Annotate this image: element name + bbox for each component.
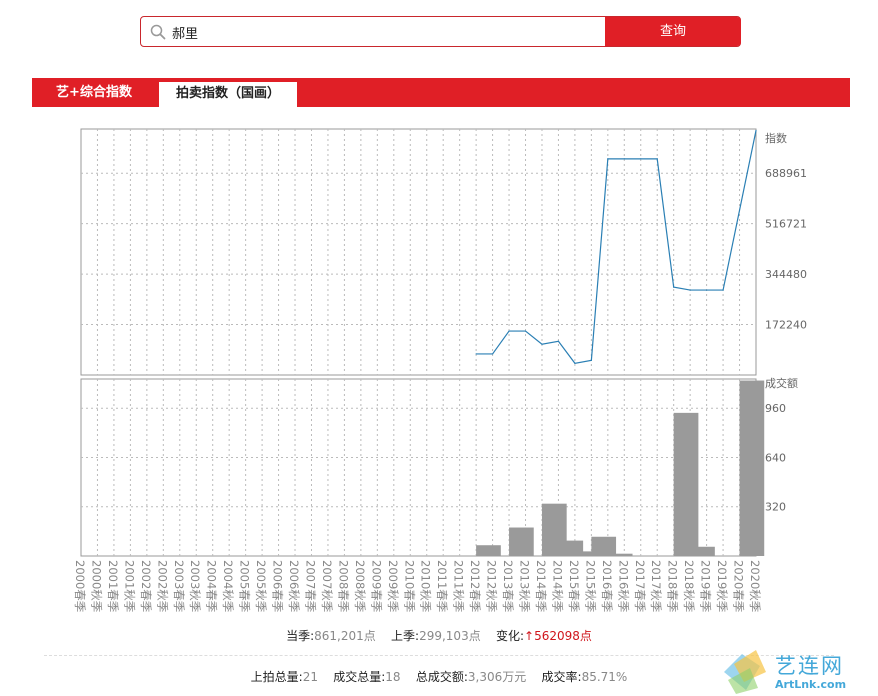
index-data-point: [557, 340, 560, 342]
volume-bar: [690, 546, 715, 556]
index-data-point: [491, 353, 494, 355]
x-tick-label: 2015春季: [567, 560, 581, 613]
index-data-point: [656, 158, 658, 160]
x-tick-label: 2012秋季: [485, 560, 499, 613]
index-panel-frame: [80, 128, 757, 376]
sold-label: 成交总量:: [333, 670, 386, 684]
x-tick-label: 2001春季: [106, 560, 120, 613]
x-tick-label: 2018秋季: [682, 560, 696, 613]
x-tick-label: 2019秋季: [715, 560, 729, 613]
up-arrow-icon: ↑: [524, 629, 535, 643]
brand-name: 艺连网: [775, 654, 844, 678]
x-tick-label: 2008春季: [336, 560, 350, 613]
x-tick-label: 2010秋季: [419, 560, 433, 613]
amount-value: 3,306万元: [467, 670, 527, 684]
amount-label: 总成交额:: [415, 670, 468, 684]
previous-season-label: 上季:: [391, 629, 420, 643]
x-tick-label: 2006春季: [271, 560, 285, 613]
x-tick-label: 2009春季: [369, 560, 383, 613]
x-tick-label: 2010春季: [402, 560, 416, 613]
x-tick-label: 2014秋季: [550, 560, 564, 613]
x-tick-label: 2013春季: [501, 560, 515, 613]
x-tick-label: 2009秋季: [386, 560, 400, 613]
volume-axis-label: 成交额: [765, 376, 798, 390]
lots-label: 上拍总量:: [250, 670, 303, 684]
x-tick-label: 2002秋季: [155, 560, 169, 613]
volume-bar: [673, 412, 699, 556]
index-y-tick-label: 344480: [765, 268, 807, 281]
volume-panel-frame: [80, 378, 757, 557]
x-tick-label: 2020春季: [732, 560, 746, 613]
sold-value: 18: [385, 670, 401, 684]
x-tick-label: 2020秋季: [748, 560, 762, 613]
x-tick-label: 2003秋季: [188, 560, 202, 613]
x-tick-label: 2005春季: [238, 560, 252, 613]
x-tick-label: 2011秋季: [452, 560, 466, 613]
x-tick-label: 2013秋季: [518, 560, 532, 613]
x-tick-label: 2004秋季: [221, 560, 235, 613]
index-data-point: [689, 289, 691, 291]
index-data-point: [673, 286, 675, 288]
index-y-tick-label: 688961: [765, 167, 807, 180]
rate-label: 成交率:: [541, 670, 582, 684]
index-data-point: [574, 362, 576, 364]
volume-y-tick-label: 320: [765, 501, 786, 514]
x-tick-label: 2016春季: [600, 560, 614, 613]
volume-bar: [509, 527, 534, 556]
brand-url: ArtLnk.com: [775, 678, 847, 691]
x-tick-label: 2019春季: [699, 560, 713, 613]
x-tick-label: 2002春季: [139, 560, 153, 613]
x-tick-label: 2001秋季: [122, 560, 136, 613]
index-series-line: [476, 130, 757, 364]
volume-bar: [476, 545, 501, 556]
current-season-value: 861,201点: [314, 629, 376, 643]
index-chart: 172240 344480 516721 688961 指数 320 640 960 成交额 20…: [73, 128, 807, 613]
rate-value: 85.71%: [581, 670, 628, 684]
index-data-point: [475, 353, 477, 355]
previous-season-value: 299,103点: [419, 629, 481, 643]
x-tick-label: 2004春季: [205, 560, 219, 613]
x-tick-label: 2005秋季: [254, 560, 268, 613]
x-tick-label: 2008秋季: [353, 560, 367, 613]
index-data-point: [640, 158, 642, 160]
change-label: 变化:: [495, 629, 525, 643]
index-data-point: [755, 129, 757, 132]
x-tick-label: 2000秋季: [89, 560, 103, 613]
change-value: 562098点: [534, 629, 592, 643]
x-tick-label: 2018春季: [666, 560, 680, 613]
current-season-label: 当季:: [286, 629, 315, 643]
volume-bar: [739, 380, 765, 556]
x-tick-label: 2016秋季: [616, 560, 630, 613]
x-tick-label: 2017春季: [633, 560, 647, 613]
volume-y-tick-label: 640: [765, 451, 786, 464]
index-data-point: [623, 158, 625, 160]
x-tick-label: 2015秋季: [583, 560, 597, 613]
volume-bar: [607, 553, 633, 556]
index-data-point: [706, 289, 708, 291]
index-y-tick-label: 516721: [765, 218, 807, 231]
index-data-point: [722, 289, 724, 291]
x-tick-label: 2003春季: [172, 560, 186, 613]
volume-y-tick-label: 960: [765, 402, 786, 415]
x-tick-label: 2012春季: [468, 560, 482, 613]
x-tick-label: 2000春季: [73, 560, 87, 613]
volume-bar: [591, 536, 617, 556]
x-tick-label: 2007春季: [303, 560, 317, 613]
x-tick-label: 2014春季: [534, 560, 548, 613]
x-tick-label: 2006秋季: [287, 560, 301, 613]
index-y-tick-label: 172240: [765, 319, 807, 332]
index-data-point: [607, 158, 609, 160]
x-tick-label: 2011春季: [435, 560, 449, 613]
x-tick-label: 2017秋季: [649, 560, 663, 613]
index-axis-label: 指数: [765, 131, 787, 145]
index-data-point: [524, 330, 527, 332]
x-tick-label: 2007秋季: [320, 560, 334, 613]
index-data-point: [590, 359, 592, 361]
index-data-point: [508, 330, 510, 332]
lots-value: 21: [302, 670, 318, 684]
index-data-point: [541, 343, 543, 345]
